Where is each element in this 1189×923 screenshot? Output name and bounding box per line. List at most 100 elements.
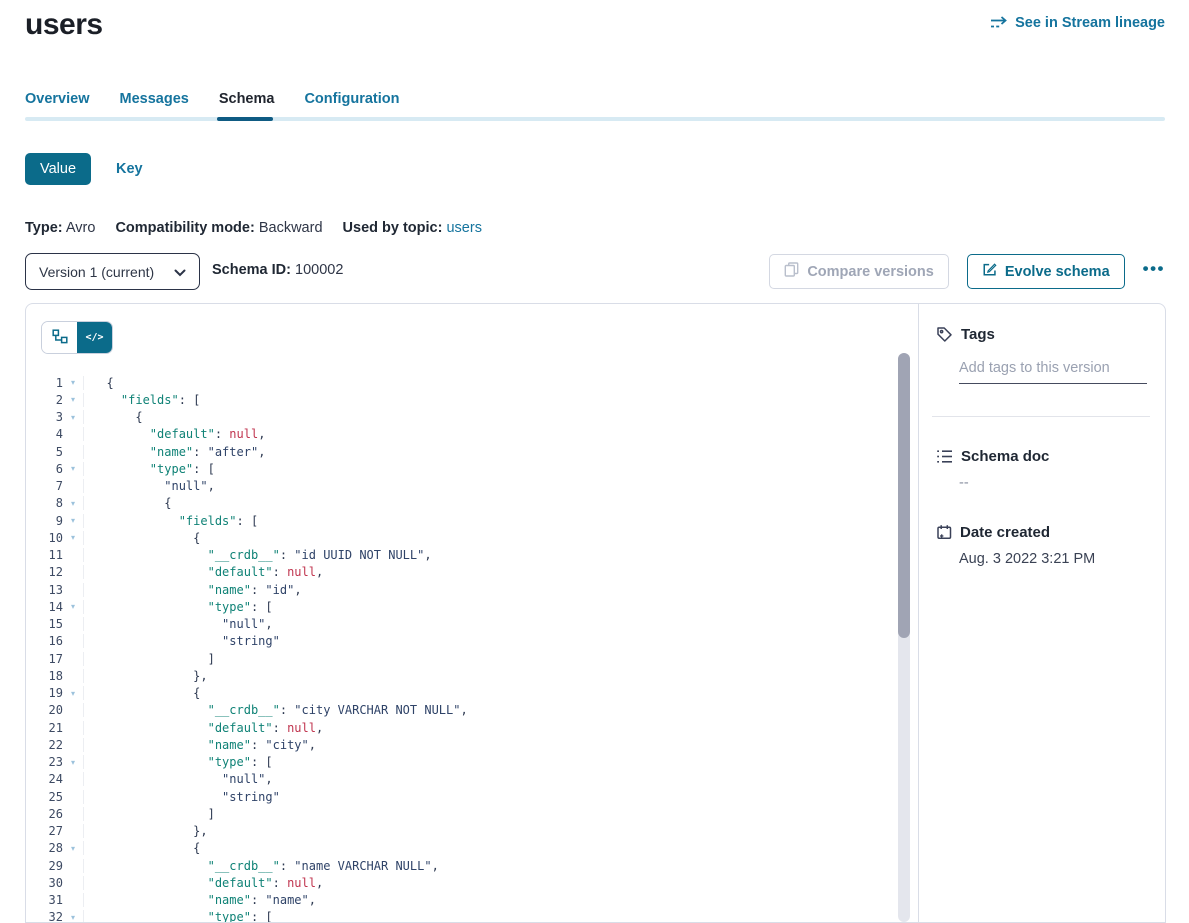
code-text: "__crdb__": "id UUID NOT NULL",	[83, 548, 918, 562]
value-key-toggle: Value Key	[25, 153, 143, 185]
line-number: 6	[26, 462, 63, 476]
tags-section-header: Tags	[936, 304, 1165, 343]
code-text: "default": null,	[83, 427, 918, 441]
code-line: 25 "string"	[26, 788, 918, 805]
code-text: "__crdb__": "name VARCHAR NULL",	[83, 859, 918, 873]
fold-toggle-icon[interactable]: ▾	[63, 844, 83, 853]
fold-toggle-icon[interactable]: ▾	[63, 395, 83, 404]
code-text: "type": [	[83, 755, 918, 769]
line-number: 7	[26, 479, 63, 493]
code-view-button[interactable]: </>	[77, 322, 112, 353]
used-by-topic-group: Used by topic: users	[343, 220, 482, 236]
line-number: 12	[26, 565, 63, 579]
more-options-button[interactable]: •••	[1143, 256, 1165, 287]
code-text: "fields": [	[83, 514, 918, 528]
line-number: 23	[26, 755, 63, 769]
code-line: 16 "string"	[26, 633, 918, 650]
fold-toggle-icon[interactable]: ▾	[63, 913, 83, 922]
fold-toggle-icon[interactable]: ▾	[63, 413, 83, 422]
evolve-schema-button[interactable]: Evolve schema	[967, 254, 1125, 289]
code-text: ]	[83, 807, 918, 821]
tree-view-button[interactable]	[42, 322, 77, 353]
stream-lineage-label: See in Stream lineage	[1015, 15, 1165, 31]
code-text: "default": null,	[83, 876, 918, 890]
calendar-icon	[936, 524, 952, 541]
page-title: users	[25, 8, 103, 42]
code-text: "type": [	[83, 910, 918, 923]
code-text: "name": "city",	[83, 738, 918, 752]
type-value: Avro	[66, 220, 96, 236]
sidebar-divider	[932, 416, 1150, 417]
stream-lineage-icon	[990, 16, 1008, 30]
add-tags-input[interactable]	[959, 360, 1147, 384]
key-toggle-link[interactable]: Key	[116, 161, 143, 177]
code-line: 3▾ {	[26, 409, 918, 426]
code-line: 19▾ {	[26, 685, 918, 702]
fold-toggle-icon[interactable]: ▾	[63, 602, 83, 611]
line-number: 28	[26, 841, 63, 855]
topic-link[interactable]: users	[446, 220, 481, 236]
code-text: "__crdb__": "city VARCHAR NOT NULL",	[83, 703, 918, 717]
code-text: {	[83, 410, 918, 424]
code-line: 29 "__crdb__": "name VARCHAR NULL",	[26, 857, 918, 874]
code-line: 21 "default": null,	[26, 719, 918, 736]
fold-toggle-icon[interactable]: ▾	[63, 533, 83, 542]
schema-doc-value: --	[959, 475, 1147, 491]
fold-toggle-icon[interactable]: ▾	[63, 378, 83, 387]
code-text: "null",	[83, 479, 918, 493]
code-text: {	[83, 686, 918, 700]
type-label: Type:	[25, 220, 63, 236]
line-number: 18	[26, 669, 63, 683]
line-number: 30	[26, 876, 63, 890]
line-number: 11	[26, 548, 63, 562]
fold-toggle-icon[interactable]: ▾	[63, 689, 83, 698]
code-line: 31 "name": "name",	[26, 892, 918, 909]
line-number: 21	[26, 721, 63, 735]
line-number: 32	[26, 910, 63, 923]
code-line: 27 },	[26, 823, 918, 840]
line-number: 14	[26, 600, 63, 614]
line-number: 27	[26, 824, 63, 838]
fold-toggle-icon[interactable]: ▾	[63, 758, 83, 767]
code-text: },	[83, 824, 918, 838]
compare-versions-button[interactable]: Compare versions	[769, 254, 949, 289]
value-toggle-button[interactable]: Value	[25, 153, 91, 185]
fold-toggle-icon[interactable]: ▾	[63, 499, 83, 508]
code-line: 24 "null",	[26, 771, 918, 788]
code-text: "name": "name",	[83, 893, 918, 907]
stream-lineage-link[interactable]: See in Stream lineage	[990, 15, 1165, 31]
compare-versions-label: Compare versions	[807, 264, 934, 280]
fold-toggle-icon[interactable]: ▾	[63, 516, 83, 525]
code-line: 9▾ "fields": [	[26, 512, 918, 529]
version-toolbar: Version 1 (current) Schema ID: 100002 Co…	[25, 253, 1165, 290]
line-number: 8	[26, 496, 63, 510]
code-line: 22 "name": "city",	[26, 736, 918, 753]
tags-title: Tags	[961, 326, 995, 343]
compatibility-group: Compatibility mode: Backward	[115, 220, 322, 236]
date-created-title: Date created	[960, 524, 1050, 541]
schema-code-pane: </> 1▾ {2▾ "fields": [3▾ {4 "default": n…	[26, 304, 919, 922]
line-number: 1	[26, 376, 63, 390]
code-line: 28▾ {	[26, 840, 918, 857]
version-select[interactable]: Version 1 (current)	[25, 253, 200, 290]
line-number: 4	[26, 427, 63, 441]
schema-code-editor[interactable]: 1▾ {2▾ "fields": [3▾ {4 "default": null,…	[26, 374, 918, 922]
line-number: 19	[26, 686, 63, 700]
line-number: 2	[26, 393, 63, 407]
editor-scrollbar-thumb[interactable]	[898, 353, 910, 638]
code-text: "type": [	[83, 600, 918, 614]
date-created-value: Aug. 3 2022 3:21 PM	[959, 551, 1147, 567]
code-text: "fields": [	[83, 393, 918, 407]
code-text: {	[83, 531, 918, 545]
version-select-value: Version 1 (current)	[39, 264, 154, 280]
schema-id: Schema ID: 100002	[212, 262, 343, 278]
code-line: 12 "default": null,	[26, 564, 918, 581]
code-text: "null",	[83, 772, 918, 786]
line-number: 13	[26, 583, 63, 597]
compatibility-value: Backward	[259, 220, 323, 236]
fold-toggle-icon[interactable]: ▾	[63, 464, 83, 473]
compatibility-label: Compatibility mode:	[115, 220, 254, 236]
editor-scrollbar-track[interactable]	[898, 353, 910, 922]
line-number: 16	[26, 634, 63, 648]
list-icon	[936, 449, 953, 464]
